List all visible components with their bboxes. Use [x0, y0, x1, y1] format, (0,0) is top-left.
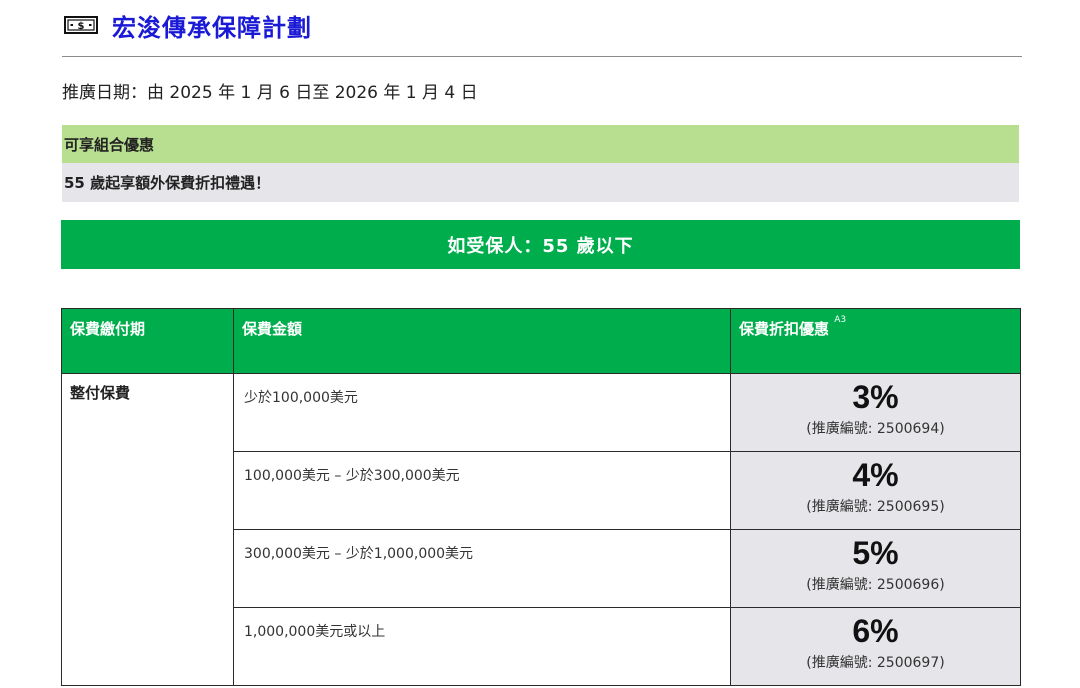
discount-cell: 3% (推廣編號: 2500694) — [730, 373, 1021, 452]
table-row: 整付保費 少於100,000美元 3% (推廣編號: 2500694) — [61, 373, 1021, 686]
amount-cell: 100,000美元 – 少於300,000美元 — [233, 451, 731, 530]
discount-table: 保費繳付期 保費金額 保費折扣優惠 A3 整付保費 少於100,000美元 3%… — [61, 308, 1021, 686]
table-header-row: 保費繳付期 保費金額 保費折扣優惠 A3 — [61, 308, 1021, 374]
promo-period: 推廣日期：由 2025 年 1 月 6 日至 2026 年 1 月 4 日 — [62, 83, 478, 103]
discount-percent: 3% — [852, 379, 899, 415]
term-cell: 整付保費 — [61, 373, 234, 686]
cash-icon: $ — [64, 16, 98, 34]
page-title: 宏浚傳承保障計劃 — [112, 13, 312, 42]
discount-percent: 6% — [852, 613, 899, 649]
title-row: $ 宏浚傳承保障計劃 — [64, 8, 312, 42]
header-amount: 保費金額 — [233, 308, 731, 374]
discount-cell: 6% (推廣編號: 2500697) — [730, 607, 1021, 686]
discount-percent: 5% — [852, 535, 899, 571]
amount-cell: 1,000,000美元或以上 — [233, 607, 731, 686]
age-banner: 如受保人：55 歲以下 — [61, 220, 1020, 269]
svg-text:$: $ — [78, 21, 85, 32]
amount-cell: 300,000美元 – 少於1,000,000美元 — [233, 529, 731, 608]
promo-code: (推廣編號: 2500696) — [806, 577, 945, 593]
combo-offer-body: 55 歲起享額外保費折扣禮遇！ — [62, 163, 1019, 202]
promo-code: (推廣編號: 2500695) — [806, 499, 945, 515]
header-discount: 保費折扣優惠 A3 — [730, 308, 1021, 374]
footnote-ref: A3 — [834, 315, 847, 325]
amount-cell: 少於100,000美元 — [233, 373, 731, 452]
promo-code: (推廣編號: 2500694) — [806, 421, 945, 437]
combo-offer-heading: 可享組合優惠 — [62, 125, 1019, 163]
header-term: 保費繳付期 — [61, 308, 234, 374]
discount-cell: 5% (推廣編號: 2500696) — [730, 529, 1021, 608]
discount-percent: 4% — [852, 457, 899, 493]
title-divider — [62, 56, 1022, 57]
discount-cell: 4% (推廣編號: 2500695) — [730, 451, 1021, 530]
promo-code: (推廣編號: 2500697) — [806, 655, 945, 671]
